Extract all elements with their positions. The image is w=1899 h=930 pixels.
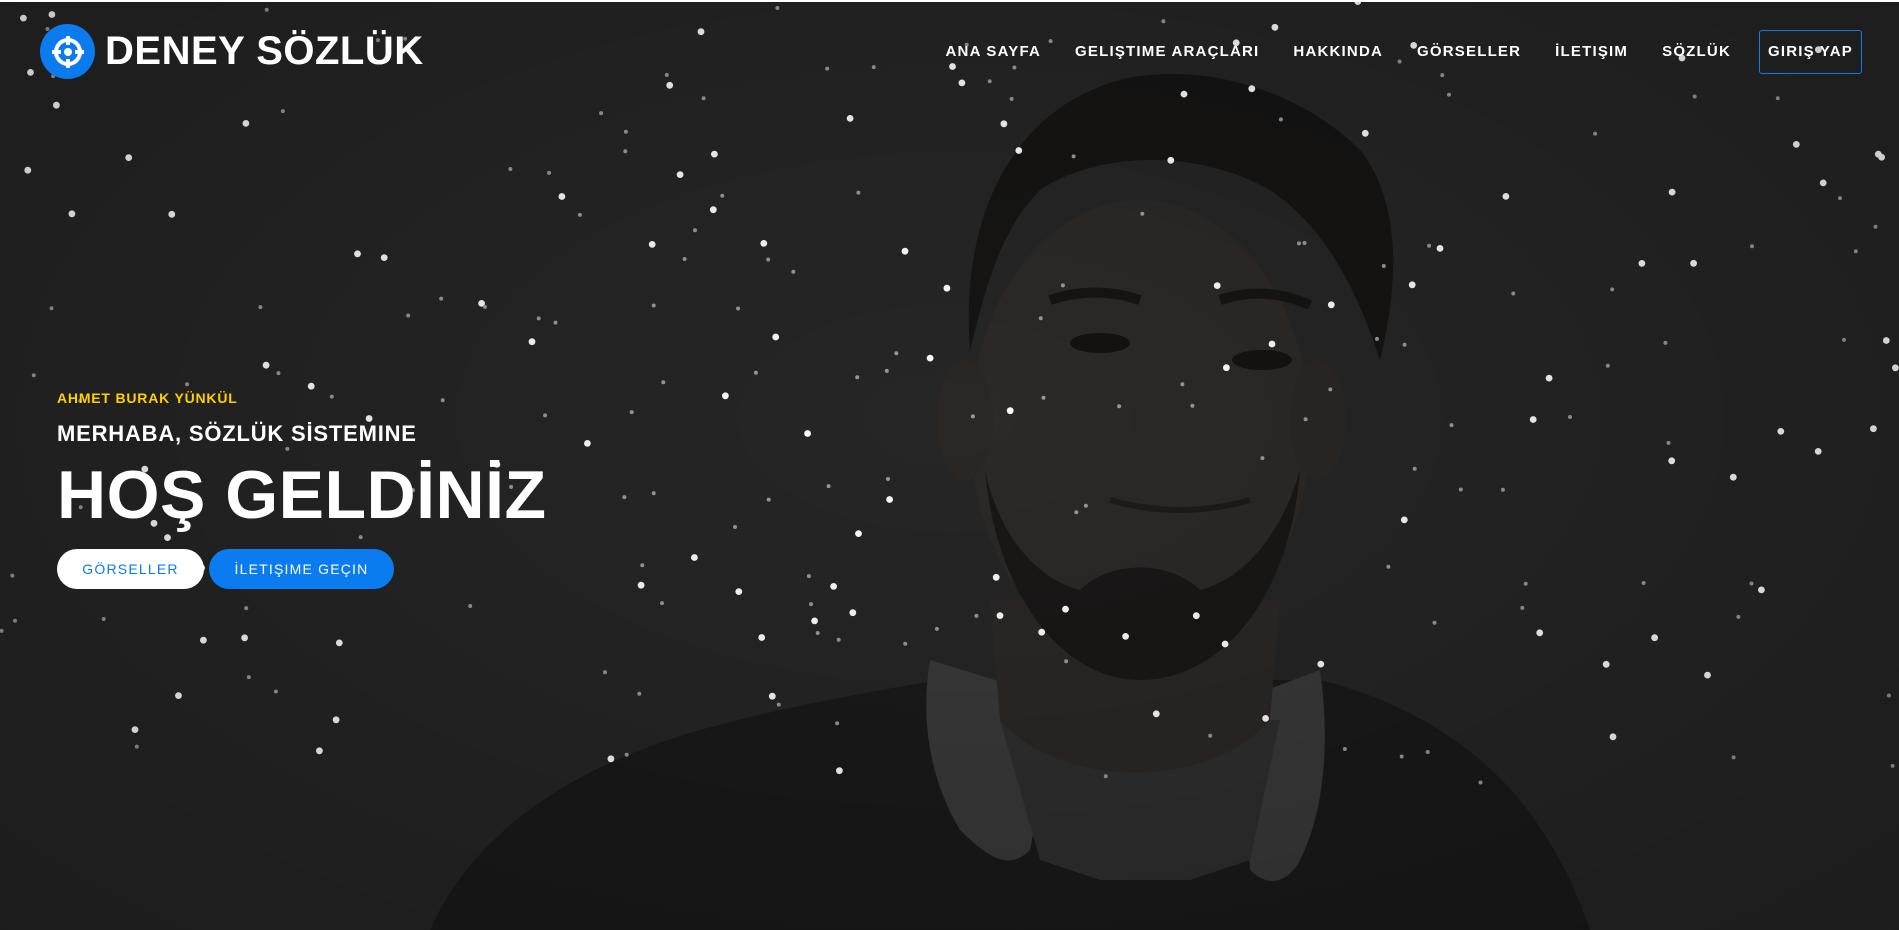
- nav-item-hakkinda[interactable]: HAKKINDA: [1293, 30, 1383, 74]
- crosshair-icon: [40, 24, 95, 79]
- nav-item-ana-sayfa[interactable]: ANA SAYFA: [946, 30, 1042, 74]
- top-border: [0, 0, 1899, 2]
- nav-item-gelistirme-araclari[interactable]: GELIŞTIME ARAÇLARI: [1075, 30, 1259, 74]
- main-nav: ANA SAYFA GELIŞTIME ARAÇLARI HAKKINDA GÖ…: [946, 30, 1862, 74]
- brand[interactable]: DENEY SÖZLÜK: [40, 24, 424, 79]
- login-button[interactable]: GIRIŞ YAP: [1758, 30, 1862, 74]
- hero-text: AHMET BURAK YÜNKÜL MERHABA, SÖZLÜK SİSTE…: [57, 390, 547, 589]
- nav-item-iletisim[interactable]: İLETIŞIM: [1555, 30, 1628, 74]
- contact-button[interactable]: İLETIŞIME GEÇIN: [209, 549, 394, 589]
- nav-item-sozluk[interactable]: SÖZLÜK: [1662, 30, 1731, 74]
- nav-item-gorseller[interactable]: GÖRSELLER: [1417, 30, 1521, 74]
- brand-name: DENEY SÖZLÜK: [105, 29, 424, 73]
- hero-subtitle: MERHABA, SÖZLÜK SİSTEMINE: [57, 421, 417, 446]
- hero-kicker: AHMET BURAK YÜNKÜL: [57, 390, 238, 406]
- hero-buttons: GÖRSELLER İLETIŞIME GEÇIN: [57, 549, 547, 589]
- gallery-button[interactable]: GÖRSELLER: [57, 549, 204, 589]
- hero-headline: HOŞ GELDİNİZ: [57, 457, 547, 533]
